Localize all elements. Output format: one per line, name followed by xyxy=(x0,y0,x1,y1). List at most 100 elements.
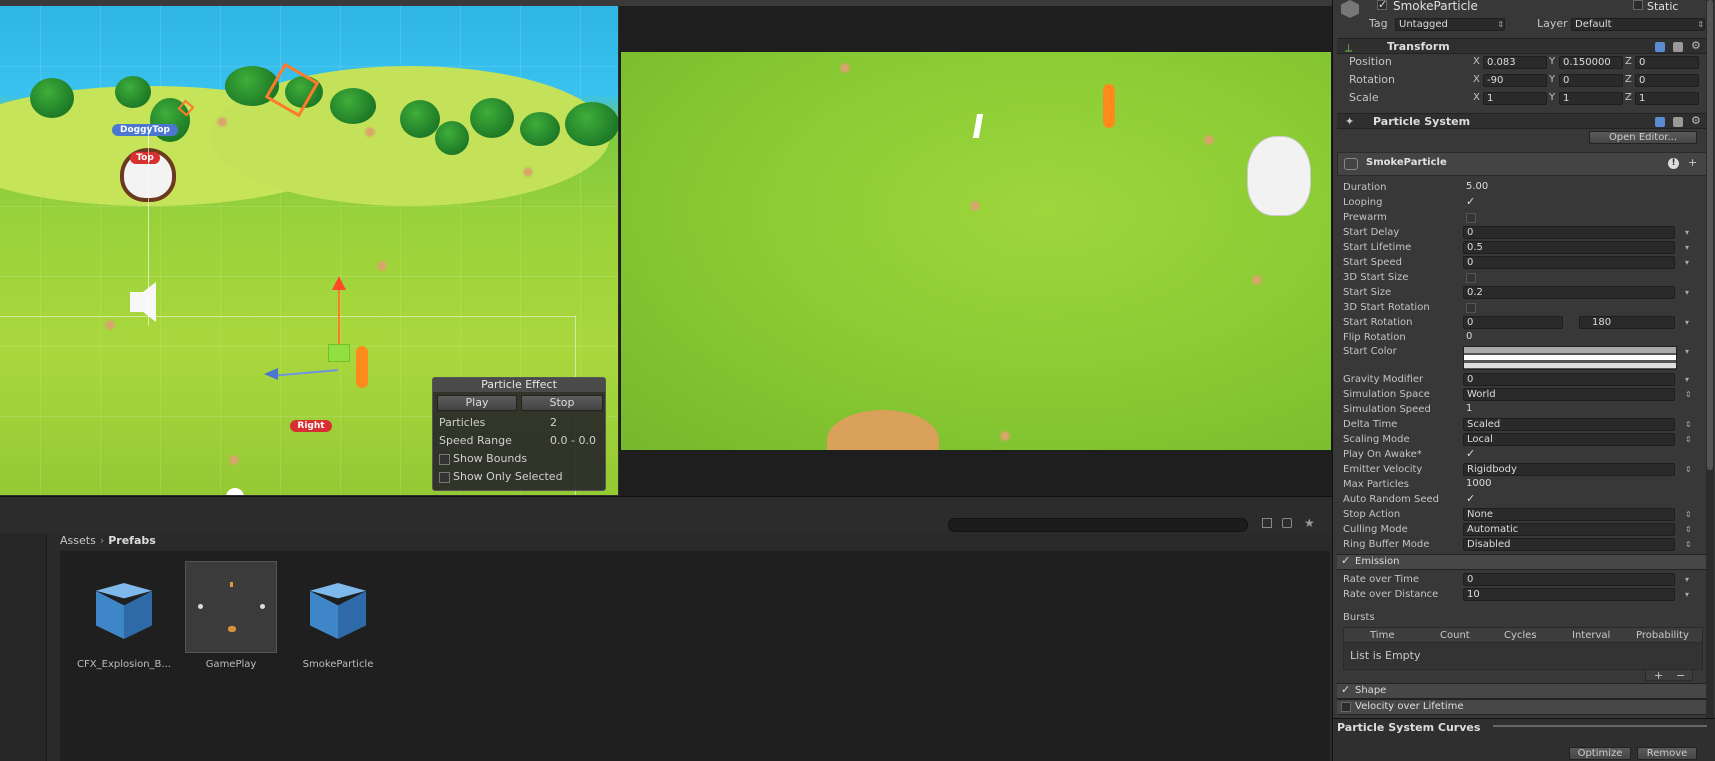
dropdown-arrow-icon[interactable]: ⇕ xyxy=(1685,433,1692,446)
property-value[interactable]: Automatic xyxy=(1463,523,1675,536)
transform-section[interactable]: ⟂ Transform ⚙ xyxy=(1337,38,1709,54)
dropdown-arrow-icon[interactable]: ⇕ xyxy=(1685,508,1692,521)
open-editor-button[interactable]: Open Editor... xyxy=(1589,131,1697,144)
shape-checkbox[interactable] xyxy=(1341,683,1351,696)
property-value[interactable]: 1000 xyxy=(1463,478,1675,491)
game-view[interactable] xyxy=(619,0,1332,496)
bone-sprite[interactable] xyxy=(356,346,368,388)
scrollbar-thumb[interactable] xyxy=(1707,0,1713,470)
add-icon[interactable]: + xyxy=(1688,156,1697,169)
dropdown-arrow-icon[interactable]: ▾ xyxy=(1685,256,1689,269)
rotation-y-field[interactable]: 0 xyxy=(1559,74,1623,87)
scene-canvas[interactable]: DoggyTop Top Right Particle Effect Play … xyxy=(0,6,618,495)
property-value[interactable]: 0 xyxy=(1463,316,1563,329)
move-gizmo-x-arrow-icon[interactable] xyxy=(264,368,278,380)
property-value[interactable]: Disabled xyxy=(1463,538,1675,551)
property-checkbox[interactable] xyxy=(1466,303,1476,313)
dropdown-arrow-icon[interactable]: ⇕ xyxy=(1685,463,1692,476)
show-bounds-toggle[interactable]: Show Bounds xyxy=(439,452,527,465)
dropdown-arrow-icon[interactable]: ⇕ xyxy=(1685,523,1692,536)
property-value[interactable]: None xyxy=(1463,508,1675,521)
rotation-x-field[interactable]: -90 xyxy=(1483,74,1547,87)
object-name[interactable]: SmokeParticle xyxy=(1393,0,1478,13)
layer-dropdown[interactable]: Default ⇕ xyxy=(1571,18,1705,31)
rate-over-time-field[interactable]: 0 xyxy=(1463,573,1675,586)
remove-burst-button[interactable]: − xyxy=(1676,669,1685,682)
asset-item[interactable]: GamePlay xyxy=(181,561,281,670)
asset-item[interactable]: SmokeParticle xyxy=(288,561,388,670)
asset-item[interactable]: CFX_Explosion_B... xyxy=(74,561,174,670)
emission-checkbox[interactable] xyxy=(1341,554,1351,567)
dropdown-arrow-icon[interactable]: ▾ xyxy=(1685,373,1689,386)
rotation-z-field[interactable]: 0 xyxy=(1635,74,1699,87)
property-checkbox[interactable] xyxy=(1466,195,1476,208)
property-value[interactable]: 5.00 xyxy=(1463,181,1675,194)
particle-module-header[interactable]: SmokeParticle ! + xyxy=(1337,152,1709,176)
game-canvas[interactable] xyxy=(621,52,1331,450)
gear-icon[interactable]: ⚙ xyxy=(1691,39,1701,52)
remove-button[interactable]: Remove xyxy=(1637,747,1697,760)
property-value[interactable]: 0 xyxy=(1463,331,1675,344)
property-checkbox[interactable] xyxy=(1466,213,1476,223)
dropdown-arrow-icon[interactable]: ▾ xyxy=(1685,241,1689,254)
position-y-field[interactable]: 0.150000 xyxy=(1559,56,1623,69)
project-tree[interactable] xyxy=(0,533,47,761)
dropdown-arrow-icon[interactable]: ▾ xyxy=(1685,226,1689,239)
show-only-selected-checkbox[interactable] xyxy=(439,471,450,483)
dropdown-arrow-icon[interactable]: ⇕ xyxy=(1685,538,1692,551)
play-button[interactable]: Play xyxy=(437,395,517,411)
label-icon[interactable] xyxy=(1282,518,1292,528)
particle-system-section[interactable]: ✦ Particle System ⚙ xyxy=(1337,113,1709,129)
dropdown-arrow-icon[interactable]: ▾ xyxy=(1685,316,1689,329)
info-icon[interactable]: ! xyxy=(1668,158,1679,169)
dropdown-arrow-icon[interactable]: ▾ xyxy=(1685,573,1689,586)
breadcrumb-assets[interactable]: Assets xyxy=(60,534,96,547)
show-only-selected-toggle[interactable]: Show Only Selected xyxy=(439,470,563,483)
emission-section[interactable]: Emission xyxy=(1337,554,1709,570)
project-search-input[interactable] xyxy=(948,518,1248,532)
static-checkbox[interactable] xyxy=(1633,0,1643,10)
reference-icon[interactable] xyxy=(1655,117,1665,127)
dropdown-arrow-icon[interactable]: ▾ xyxy=(1685,588,1689,601)
dropdown-arrow-icon[interactable]: ▾ xyxy=(1685,345,1689,358)
add-burst-button[interactable]: + xyxy=(1654,669,1663,682)
move-gizmo-x-axis[interactable] xyxy=(272,369,338,377)
scale-x-field[interactable]: 1 xyxy=(1483,92,1547,105)
property-value-max[interactable]: 180 xyxy=(1579,316,1675,329)
favorite-icon[interactable]: ★ xyxy=(1304,516,1315,530)
stop-button[interactable]: Stop xyxy=(521,395,603,411)
property-value[interactable]: 1 xyxy=(1463,403,1675,416)
start-color-gradient[interactable] xyxy=(1463,346,1677,370)
preset-icon[interactable] xyxy=(1673,42,1683,52)
property-value[interactable]: 0 xyxy=(1463,256,1675,269)
gear-icon[interactable]: ⚙ xyxy=(1691,114,1701,127)
optimize-button[interactable]: Optimize xyxy=(1569,747,1631,760)
property-value[interactable]: Rigidbody xyxy=(1463,463,1675,476)
scene-view[interactable]: DoggyTop Top Right Particle Effect Play … xyxy=(0,0,619,496)
position-x-field[interactable]: 0.083 xyxy=(1483,56,1547,69)
preset-icon[interactable] xyxy=(1673,117,1683,127)
position-z-field[interactable]: 0 xyxy=(1635,56,1699,69)
velocity-section[interactable]: Velocity over Lifetime xyxy=(1337,699,1709,715)
curves-drag-handle[interactable] xyxy=(1493,725,1707,727)
move-gizmo-plane-handle[interactable] xyxy=(328,344,350,362)
dropdown-arrow-icon[interactable]: ⇕ xyxy=(1685,418,1692,431)
active-checkbox[interactable] xyxy=(1377,0,1387,11)
tag-dropdown[interactable]: Untagged ⇕ xyxy=(1395,18,1505,31)
property-value[interactable]: Scaled xyxy=(1463,418,1675,431)
scene-handle[interactable] xyxy=(226,488,244,495)
property-checkbox[interactable] xyxy=(1466,273,1476,283)
filter-icon[interactable] xyxy=(1262,518,1272,528)
velocity-checkbox[interactable] xyxy=(1341,702,1351,712)
property-checkbox[interactable] xyxy=(1466,447,1476,460)
property-value[interactable]: 0 xyxy=(1463,373,1675,386)
scale-y-field[interactable]: 1 xyxy=(1559,92,1623,105)
property-value[interactable]: Local xyxy=(1463,433,1675,446)
property-value[interactable]: 0.5 xyxy=(1463,241,1675,254)
rate-over-distance-field[interactable]: 10 xyxy=(1463,588,1675,601)
property-checkbox[interactable] xyxy=(1466,492,1476,505)
reference-icon[interactable] xyxy=(1655,42,1665,52)
property-value[interactable]: 0 xyxy=(1463,226,1675,239)
show-bounds-checkbox[interactable] xyxy=(439,453,450,465)
inspector-scrollbar[interactable] xyxy=(1706,0,1714,718)
